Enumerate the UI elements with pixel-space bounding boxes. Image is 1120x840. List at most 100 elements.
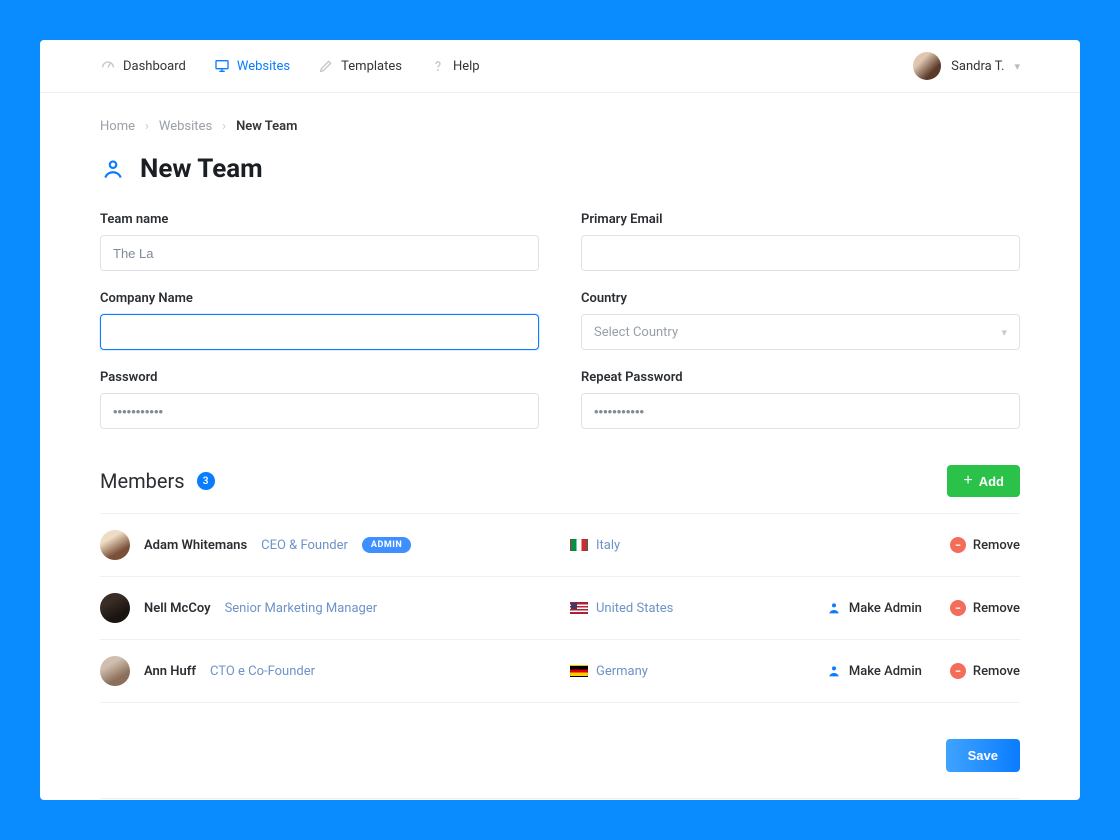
avatar (100, 593, 130, 623)
team-name-input[interactable] (100, 235, 539, 271)
members-header: Members 3 + Add (100, 465, 1020, 497)
member-actions: Make Admin − Remove (826, 600, 1020, 616)
breadcrumb: Home › Websites › New Team (100, 119, 1020, 134)
nav-label: Help (453, 59, 480, 74)
nav-left: Dashboard Websites Templates Help (100, 58, 480, 74)
monitor-icon (214, 58, 230, 74)
remove-label: Remove (973, 538, 1020, 553)
nav-label: Templates (341, 59, 402, 74)
member-left: Ann Huff CTO e Co-Founder (100, 656, 570, 686)
member-country: United States (570, 601, 820, 616)
flag-italy-icon (570, 539, 588, 551)
form-grid: Team name Primary Email Company Name Cou… (100, 212, 1020, 429)
repeat-password-input[interactable] (581, 393, 1020, 429)
nav-label: Websites (237, 59, 290, 74)
remove-icon: − (950, 600, 966, 616)
add-member-button[interactable]: + Add (947, 465, 1020, 497)
nav-dashboard[interactable]: Dashboard (100, 58, 186, 74)
user-icon (100, 156, 126, 182)
remove-button[interactable]: − Remove (950, 537, 1020, 553)
member-left: Adam Whitemans CEO & Founder ADMIN (100, 530, 570, 560)
chevron-right-icon: › (145, 119, 149, 134)
remove-icon: − (950, 663, 966, 679)
label-company-name: Company Name (100, 291, 539, 306)
save-button[interactable]: Save (946, 739, 1020, 772)
member-row: Nell McCoy Senior Marketing Manager Unit… (100, 577, 1020, 640)
password-input[interactable] (100, 393, 539, 429)
field-team-name: Team name (100, 212, 539, 271)
remove-button[interactable]: − Remove (950, 663, 1020, 679)
country-select[interactable]: Select Country ▾ (581, 314, 1020, 350)
nav-label: Dashboard (123, 59, 186, 74)
user-name: Sandra T. (951, 59, 1004, 74)
make-admin-label: Make Admin (849, 601, 922, 616)
crumb-websites[interactable]: Websites (159, 119, 212, 134)
primary-email-input[interactable] (581, 235, 1020, 271)
page-title: New Team (140, 154, 263, 184)
top-nav: Dashboard Websites Templates Help (40, 40, 1080, 93)
members-title: Members (100, 469, 185, 493)
chevron-right-icon: › (222, 119, 226, 134)
remove-label: Remove (973, 601, 1020, 616)
members-list: Adam Whitemans CEO & Founder ADMIN Italy… (100, 513, 1020, 703)
pencil-icon (318, 58, 334, 74)
field-primary-email: Primary Email (581, 212, 1020, 271)
country-label: Germany (596, 664, 648, 679)
member-role: CEO & Founder (261, 538, 348, 553)
company-name-input[interactable] (100, 314, 539, 350)
crumb-home[interactable]: Home (100, 119, 135, 134)
member-row: Ann Huff CTO e Co-Founder Germany Make A… (100, 640, 1020, 703)
label-repeat-password: Repeat Password (581, 370, 1020, 385)
country-label: Italy (596, 538, 620, 553)
member-role: CTO e Co-Founder (210, 664, 315, 679)
admin-badge: ADMIN (362, 537, 411, 553)
member-name: Nell McCoy (144, 601, 211, 616)
field-company-name: Company Name (100, 291, 539, 350)
plus-icon: + (963, 473, 972, 489)
avatar (100, 530, 130, 560)
user-admin-icon (826, 600, 842, 616)
chevron-down-icon: ▾ (1014, 60, 1020, 73)
field-country: Country Select Country ▾ (581, 291, 1020, 350)
nav-templates[interactable]: Templates (318, 58, 402, 74)
nav-help[interactable]: Help (430, 58, 480, 74)
select-placeholder: Select Country (594, 325, 678, 340)
add-label: Add (979, 474, 1004, 489)
member-name: Adam Whitemans (144, 538, 247, 553)
flag-us-icon (570, 602, 588, 614)
help-footer: Have questions? Contact Us (100, 799, 1020, 800)
label-password: Password (100, 370, 539, 385)
country-label: United States (596, 601, 673, 616)
members-title-wrap: Members 3 (100, 469, 215, 493)
label-country: Country (581, 291, 1020, 306)
content: Home › Websites › New Team New Team Team… (40, 93, 1080, 800)
member-actions: − Remove (950, 537, 1020, 553)
member-country: Italy (570, 538, 820, 553)
avatar (100, 656, 130, 686)
remove-button[interactable]: − Remove (950, 600, 1020, 616)
member-name: Ann Huff (144, 664, 196, 679)
field-password: Password (100, 370, 539, 429)
remove-icon: − (950, 537, 966, 553)
member-role: Senior Marketing Manager (225, 601, 378, 616)
footer-row: Save (100, 739, 1020, 799)
label-team-name: Team name (100, 212, 539, 227)
make-admin-button[interactable]: Make Admin (826, 663, 922, 679)
remove-label: Remove (973, 664, 1020, 679)
label-primary-email: Primary Email (581, 212, 1020, 227)
flag-germany-icon (570, 665, 588, 677)
member-actions: Make Admin − Remove (826, 663, 1020, 679)
nav-websites[interactable]: Websites (214, 58, 290, 74)
crumb-current: New Team (236, 119, 297, 134)
member-row: Adam Whitemans CEO & Founder ADMIN Italy… (100, 513, 1020, 577)
chevron-down-icon: ▾ (1001, 326, 1007, 339)
user-menu[interactable]: Sandra T. ▾ (913, 52, 1020, 80)
page-head: New Team (100, 154, 1020, 184)
user-admin-icon (826, 663, 842, 679)
avatar (913, 52, 941, 80)
member-country: Germany (570, 664, 820, 679)
app-window: Dashboard Websites Templates Help (40, 40, 1080, 800)
question-icon (430, 58, 446, 74)
members-count-badge: 3 (197, 472, 215, 490)
make-admin-button[interactable]: Make Admin (826, 600, 922, 616)
